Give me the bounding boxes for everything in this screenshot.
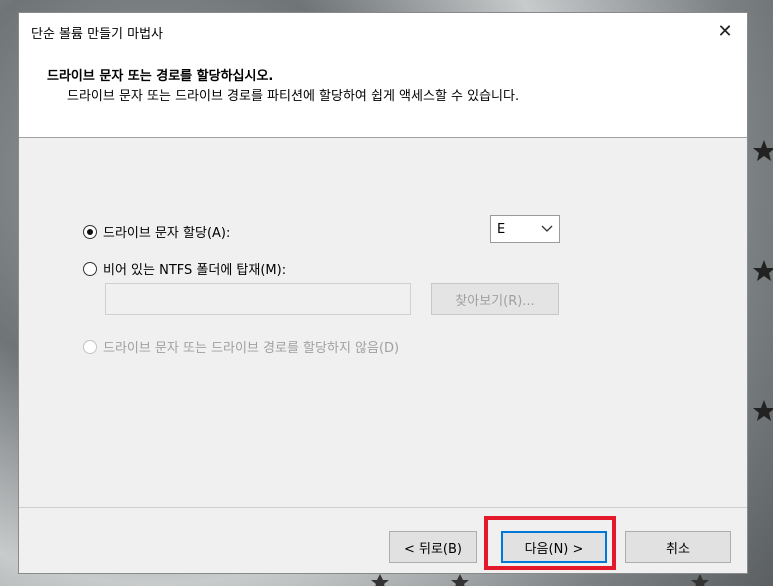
chevron-down-icon [541,223,553,236]
browse-label: 찾아보기(R)... [455,293,535,309]
next-highlight-box [484,516,616,570]
folder-path-input [105,283,411,315]
header-title: 드라이브 문자 또는 경로를 할당하십시오. [47,69,274,84]
assign-letter-radio[interactable] [83,224,97,239]
star-shape [371,574,389,586]
option-assign-letter[interactable]: 드라이브 문자 할당(A): [83,222,230,241]
no-assign-radio [83,339,97,354]
star-shape [753,260,773,281]
option-no-assign: 드라이브 문자 또는 드라이브 경로를 할당하지 않음(D) [83,337,399,356]
wizard-header: 드라이브 문자 또는 경로를 할당하십시오. 드라이브 문자 또는 드라이브 경… [19,51,747,138]
star-shape [753,140,773,161]
assign-letter-label: 드라이브 문자 할당(A): [103,226,231,241]
star-shape [753,400,773,421]
cancel-button[interactable]: 취소 [625,531,731,563]
close-button[interactable]: ✕ [703,13,747,49]
title-bar: 단순 볼륨 만들기 마법사 ✕ [19,13,747,51]
back-button[interactable]: < 뒤로(B) [389,531,477,563]
option-mount-folder[interactable]: 비어 있는 NTFS 폴더에 탑재(M): [83,259,286,278]
back-label: < 뒤로(B) [403,541,462,557]
close-icon: ✕ [717,20,733,42]
footer-divider [19,507,747,508]
star-shape [451,574,469,586]
window-title: 단순 볼륨 만들기 마법사 [31,27,163,42]
drive-letter-value: E [497,221,506,237]
mount-folder-radio[interactable] [83,261,97,276]
drive-letter-dropdown[interactable]: E [490,215,560,243]
browse-button: 찾아보기(R)... [431,283,559,315]
cancel-label: 취소 [666,541,690,557]
star-shape [691,574,709,586]
no-assign-label: 드라이브 문자 또는 드라이브 경로를 할당하지 않음(D) [103,341,400,356]
header-subtitle: 드라이브 문자 또는 드라이브 경로를 파티션에 할당하여 쉽게 액세스할 수 … [67,89,520,104]
wizard-dialog: 단순 볼륨 만들기 마법사 ✕ 드라이브 문자 또는 경로를 할당하십시오. 드… [18,12,748,574]
mount-folder-label: 비어 있는 NTFS 폴더에 탑재(M): [103,263,287,278]
